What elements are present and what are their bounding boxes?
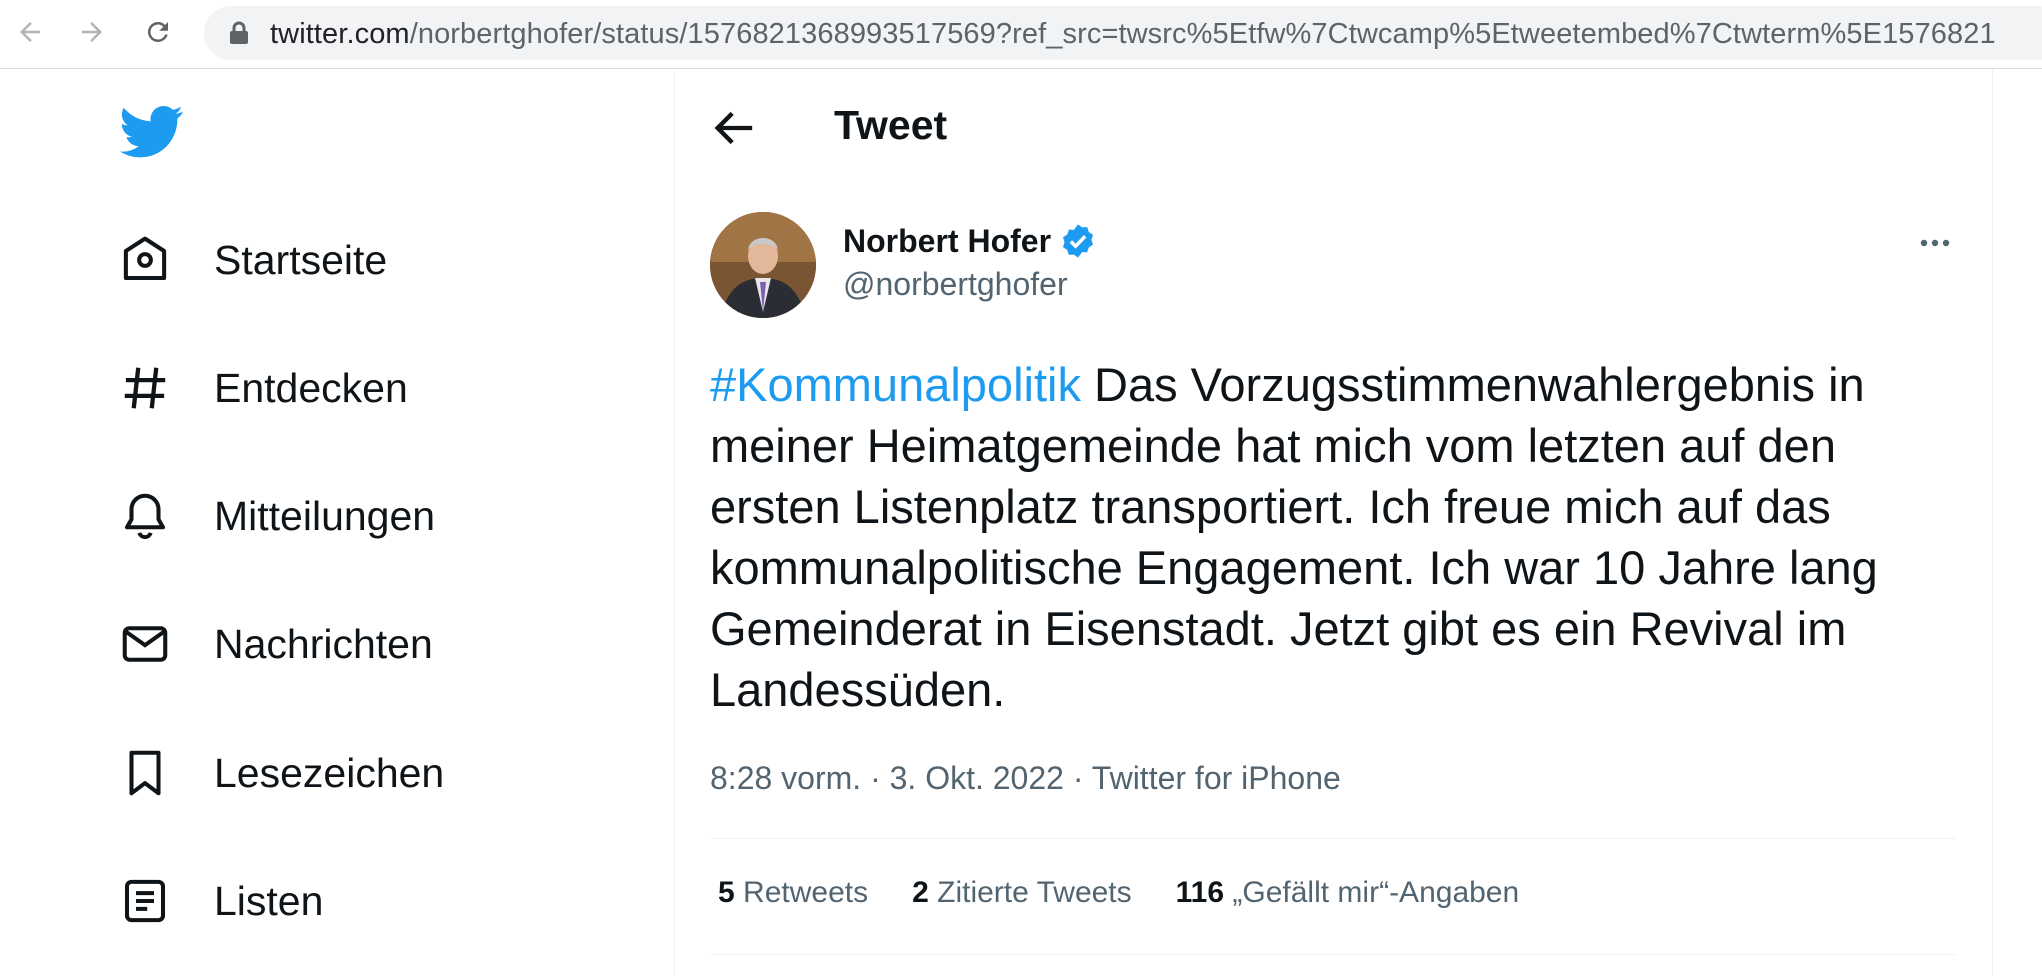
sidebar-item-bookmarks[interactable]: Lesezeichen <box>118 737 444 809</box>
url-host: twitter.com <box>270 18 410 50</box>
sidebar-item-label: Nachrichten <box>214 620 433 667</box>
tweet-text: #Kommunalpolitik Das Vorzugsstimmenwahle… <box>710 354 1970 720</box>
list-icon <box>124 879 166 923</box>
stat-label: Retweets <box>743 876 869 909</box>
bell-icon <box>124 493 166 540</box>
sidebar-item-explore[interactable]: Entdecken <box>118 352 408 424</box>
sidebar-item-label: Listen <box>214 877 324 924</box>
sidebar-item-messages[interactable]: Nachrichten <box>118 608 433 680</box>
forward-button[interactable] <box>72 12 112 52</box>
sidebar-item-label: Startseite <box>214 236 388 283</box>
reload-button[interactable] <box>138 12 178 52</box>
verified-badge-icon <box>1062 224 1094 258</box>
bookmark-icon <box>129 750 161 796</box>
sidebar-item-label: Entdecken <box>214 364 408 411</box>
arrow-left-icon <box>20 22 40 42</box>
retweets-stat[interactable]: 5 Retweets <box>718 876 868 910</box>
hashtag-icon <box>124 367 166 409</box>
sidebar-item-lists[interactable]: Listen <box>118 865 323 937</box>
divider <box>710 954 1956 955</box>
twitter-logo-icon[interactable] <box>120 104 184 160</box>
back-button[interactable] <box>10 12 50 52</box>
column-divider <box>1992 69 1993 976</box>
url-text: twitter.com/norbertghofer/status/1576821… <box>270 18 1996 51</box>
sidebar-item-home[interactable]: Startseite <box>118 224 387 296</box>
avatar[interactable] <box>710 212 816 318</box>
more-options-icon[interactable] <box>1918 226 1952 260</box>
author-handle[interactable]: @norbertghofer <box>843 266 1068 303</box>
mail-icon <box>122 626 168 662</box>
engagement-stats: 5 Retweets 2 Zitierte Tweets 116 „Gefäll… <box>718 876 1519 910</box>
browser-toolbar: twitter.com/norbertghofer/status/1576821… <box>0 0 2042 69</box>
page-title: Tweet <box>834 102 948 148</box>
quote-tweets-stat[interactable]: 2 Zitierte Tweets <box>912 876 1132 910</box>
url-path: /norbertghofer/status/157682136899351756… <box>409 18 1996 50</box>
tweet-body: Das Vorzugsstimmenwahlergebnis in meiner… <box>710 358 1878 716</box>
sidebar-item-label: Lesezeichen <box>214 749 445 796</box>
stat-count: 2 <box>912 876 929 909</box>
back-arrow-icon[interactable] <box>712 108 756 148</box>
sidebar-item-notifications[interactable]: Mitteilungen <box>118 480 435 552</box>
author-name[interactable]: Norbert Hofer <box>843 222 1097 260</box>
home-icon <box>123 236 167 281</box>
hashtag-link[interactable]: #Kommunalpolitik <box>710 358 1081 411</box>
divider <box>710 838 1956 839</box>
stat-label: „Gefällt mir“-Angaben <box>1232 876 1520 909</box>
reload-icon <box>147 21 168 42</box>
lock-icon <box>230 21 248 44</box>
arrow-right-icon <box>82 22 102 42</box>
tweet-timestamp[interactable]: 8:28 vorm. · 3. Okt. 2022 · Twitter for … <box>710 760 1341 797</box>
author-name-text: Norbert Hofer <box>843 222 1052 259</box>
stat-count: 5 <box>718 876 735 909</box>
likes-stat[interactable]: 116 „Gefällt mir“-Angaben <box>1176 876 1520 910</box>
stat-label: Zitierte Tweets <box>937 876 1132 909</box>
profile-photo <box>710 212 816 318</box>
sidebar-item-label: Mitteilungen <box>214 492 436 539</box>
stat-count: 116 <box>1175 876 1225 909</box>
column-divider <box>674 69 675 976</box>
address-bar[interactable]: twitter.com/norbertghofer/status/1576821… <box>204 6 2042 60</box>
